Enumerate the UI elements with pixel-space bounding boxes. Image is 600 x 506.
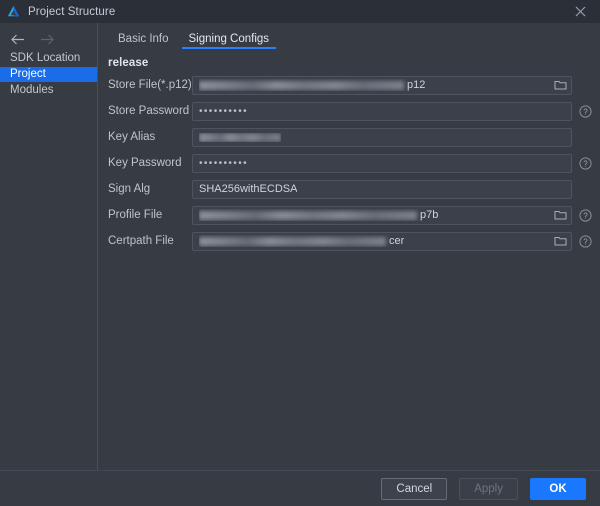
field-label: Sign Alg bbox=[108, 183, 151, 195]
close-icon[interactable] bbox=[560, 0, 600, 23]
cancel-button[interactable]: Cancel bbox=[381, 477, 448, 500]
field-certpath-file-input[interactable]: cer bbox=[192, 231, 572, 251]
help-icon[interactable]: ? bbox=[579, 104, 592, 118]
file-extension-text: p7b bbox=[420, 209, 439, 221]
window-title: Project Structure bbox=[28, 5, 116, 18]
file-extension-text: p12 bbox=[407, 79, 426, 91]
folder-browse-icon[interactable] bbox=[548, 235, 567, 247]
form-row: Profile File p7b? bbox=[98, 202, 600, 228]
field-key-alias-input[interactable] bbox=[192, 127, 572, 147]
folder-glyph bbox=[554, 211, 567, 220]
redacted-value: p12 bbox=[199, 79, 425, 91]
file-extension-text: cer bbox=[389, 235, 405, 247]
field-label: Store Password bbox=[108, 105, 190, 117]
question-mark-glyph: ? bbox=[579, 234, 592, 248]
redaction-bar bbox=[199, 210, 417, 220]
form-row: Sign Alg SHA256withECDSA bbox=[98, 176, 600, 202]
field-label: Key Alias bbox=[108, 131, 156, 143]
field-label: Store File(*.p12) bbox=[108, 79, 192, 91]
help-icon[interactable]: ? bbox=[579, 156, 592, 170]
svg-text:?: ? bbox=[583, 211, 588, 220]
form-row: Key Alias bbox=[98, 124, 600, 150]
close-glyph bbox=[575, 6, 585, 17]
redacted-value: p7b bbox=[199, 209, 438, 221]
sidebar: SDK Location Project Modules bbox=[0, 23, 98, 470]
sidebar-item-list: SDK Location Project Modules bbox=[0, 51, 97, 99]
deveco-logo-icon bbox=[7, 5, 20, 17]
tab-basic-info[interactable]: Basic Info bbox=[108, 33, 179, 49]
svg-text:?: ? bbox=[583, 159, 588, 168]
field-value: •••••••••• bbox=[199, 105, 249, 117]
folder-browse-icon[interactable] bbox=[548, 209, 567, 221]
window-titlebar: Project Structure bbox=[0, 0, 600, 23]
form-row: Certpath File cer? bbox=[98, 228, 600, 254]
field-store-file-p12-input[interactable]: p12 bbox=[192, 75, 572, 95]
field-profile-file-input[interactable]: p7b bbox=[192, 205, 572, 225]
form-row: Key Password ••••••••••? bbox=[98, 150, 600, 176]
tab-signing-configs[interactable]: Signing Configs bbox=[179, 33, 280, 49]
redaction-bar bbox=[199, 132, 281, 142]
tab-bar: Basic Info Signing Configs bbox=[98, 27, 600, 49]
main-panel: Basic Info Signing Configs release Store … bbox=[98, 23, 600, 470]
svg-text:?: ? bbox=[583, 107, 588, 116]
sidebar-item-sdk-location[interactable]: SDK Location bbox=[0, 51, 97, 66]
question-mark-glyph: ? bbox=[579, 156, 592, 170]
field-store-password-input[interactable]: •••••••••• bbox=[192, 101, 572, 121]
folder-glyph bbox=[554, 81, 567, 90]
field-sign-alg-input[interactable]: SHA256withECDSA bbox=[192, 179, 572, 199]
arrow-right-icon[interactable] bbox=[39, 33, 55, 46]
signing-config-form: Store File(*.p12) p12 Store Password ••••••… bbox=[98, 72, 600, 254]
redaction-bar bbox=[199, 236, 386, 246]
dialog-body: SDK Location Project Modules Basic Info Sig… bbox=[0, 23, 600, 470]
question-mark-glyph: ? bbox=[579, 104, 592, 118]
help-icon[interactable]: ? bbox=[579, 208, 592, 222]
sidebar-item-project[interactable]: Project bbox=[0, 67, 97, 82]
redaction-bar bbox=[199, 80, 404, 90]
redacted-value: cer bbox=[199, 235, 404, 247]
form-row: Store File(*.p12) p12 bbox=[98, 72, 600, 98]
dialog-button-bar: Cancel Apply OK bbox=[0, 470, 600, 506]
field-label: Key Password bbox=[108, 157, 182, 169]
field-key-password-input[interactable]: •••••••••• bbox=[192, 153, 572, 173]
svg-text:?: ? bbox=[583, 237, 588, 246]
sidebar-navigation bbox=[0, 27, 97, 51]
field-label: Profile File bbox=[108, 209, 163, 221]
redacted-value bbox=[199, 132, 281, 142]
question-mark-glyph: ? bbox=[579, 208, 592, 222]
folder-glyph bbox=[554, 237, 567, 246]
apply-button[interactable]: Apply bbox=[459, 477, 518, 500]
help-icon[interactable]: ? bbox=[579, 234, 592, 248]
folder-browse-icon[interactable] bbox=[548, 79, 567, 91]
arrow-left-icon[interactable] bbox=[10, 33, 26, 46]
project-structure-dialog: Project Structure SDK Location Project Mod… bbox=[0, 0, 600, 506]
field-value: SHA256withECDSA bbox=[199, 183, 298, 195]
signing-config-name: release bbox=[108, 57, 149, 69]
field-value: •••••••••• bbox=[199, 157, 249, 169]
ok-button[interactable]: OK bbox=[530, 477, 586, 500]
form-row: Store Password ••••••••••? bbox=[98, 98, 600, 124]
field-label: Certpath File bbox=[108, 235, 174, 247]
sidebar-item-modules[interactable]: Modules bbox=[0, 83, 97, 98]
